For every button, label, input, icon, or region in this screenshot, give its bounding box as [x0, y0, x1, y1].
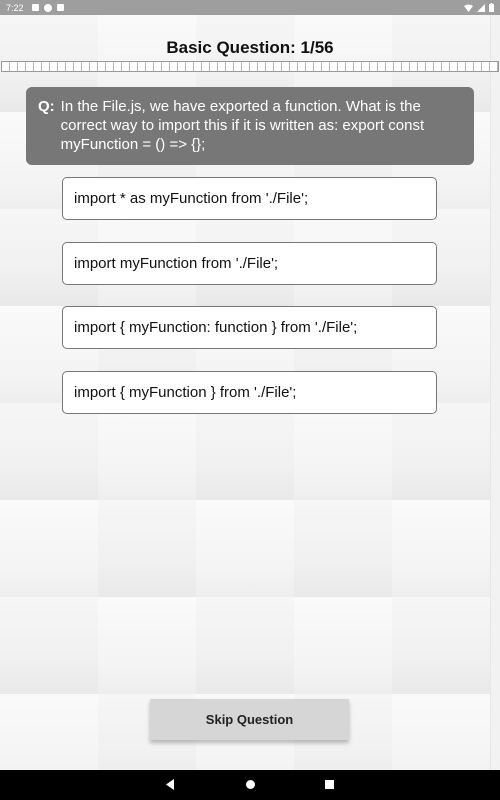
- question-text: In the File.js, we have exported a funct…: [60, 98, 425, 153]
- battery-icon: [489, 3, 494, 12]
- answer-option-1[interactable]: import * as myFunction from './File';: [62, 177, 437, 220]
- answer-option-4[interactable]: import { myFunction } from './File';: [62, 371, 437, 414]
- answer-option-3[interactable]: import { myFunction: function } from './…: [62, 306, 437, 349]
- navigation-bar: [0, 770, 500, 800]
- back-icon[interactable]: [164, 778, 176, 791]
- answer-option-label: import myFunction from './File';: [74, 255, 279, 272]
- recents-icon[interactable]: [325, 780, 335, 790]
- signal-icon: [477, 3, 485, 12]
- progress-bar: [1, 61, 499, 72]
- skip-question-button[interactable]: Skip Question: [150, 699, 349, 740]
- home-icon[interactable]: [245, 779, 256, 790]
- answer-option-label: import { myFunction: function } from './…: [74, 319, 358, 336]
- notification-icon: [31, 4, 39, 11]
- sim-card-icon: [56, 4, 64, 11]
- answer-option-label: import { myFunction } from './File';: [74, 384, 297, 401]
- answer-option-2[interactable]: import myFunction from './File';: [62, 242, 437, 285]
- question-card: Q: In the File.js, we have exported a fu…: [26, 87, 474, 165]
- status-bar: 7:22: [0, 0, 500, 15]
- question-prefix: Q:: [38, 98, 55, 115]
- wifi-icon: [464, 4, 473, 12]
- page-title: Basic Question: 1/56: [166, 38, 334, 57]
- app-notification-icon: [43, 3, 52, 12]
- answer-option-label: import * as myFunction from './File';: [74, 190, 309, 207]
- status-time: 7:22: [6, 2, 24, 13]
